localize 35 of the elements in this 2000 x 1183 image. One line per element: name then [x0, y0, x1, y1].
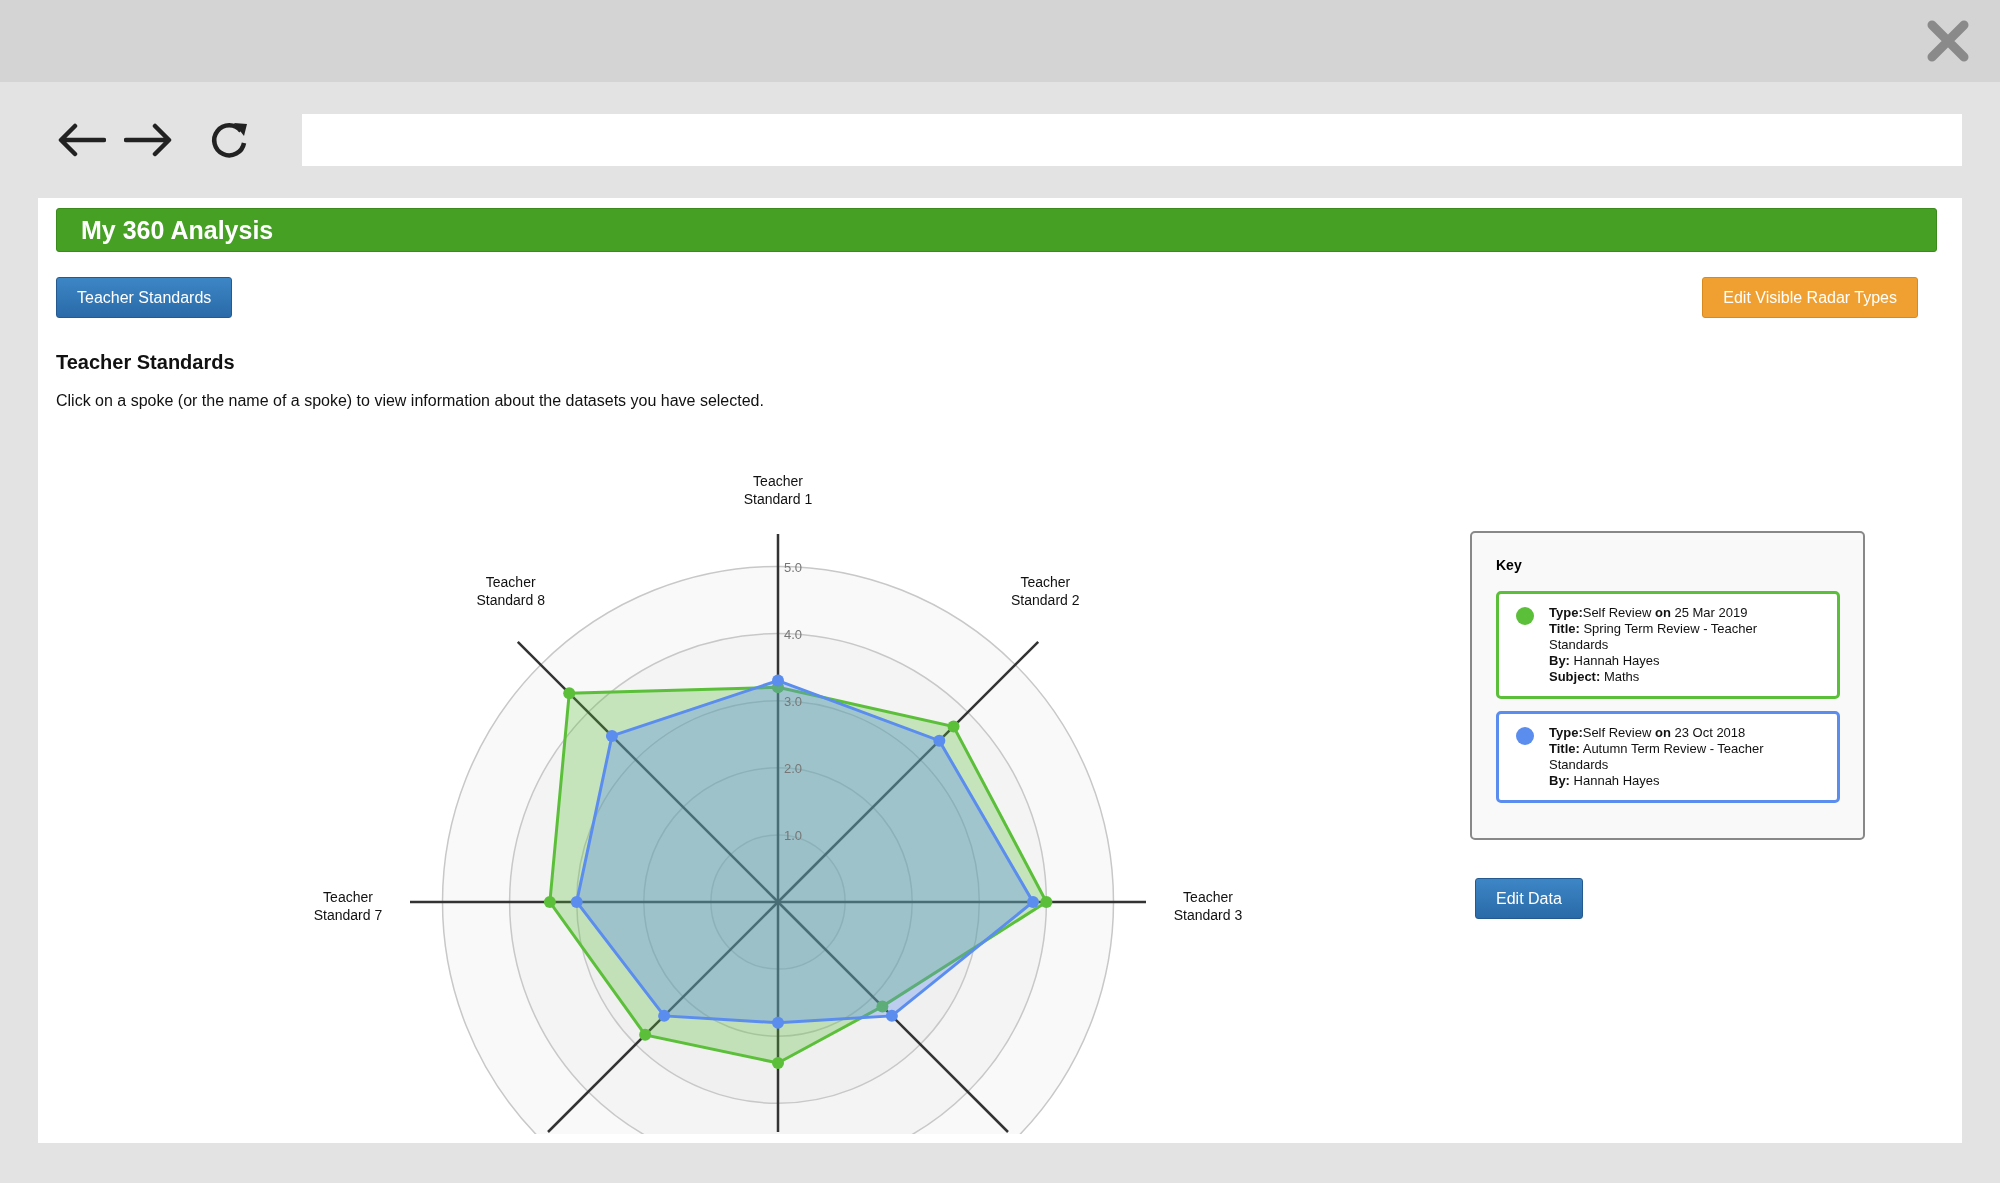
ring-label: 2.0: [784, 760, 803, 776]
spoke-line[interactable]: [777, 640, 1040, 903]
legend-text: Title: Autumn Term Review - Teacher Standards: [1549, 741, 1765, 773]
legend-entry[interactable]: Type:Self Review on 25 Mar 2019 Title: Spring Term Review - Teacher Standards By: Hannah Hayes Subject: Maths: [1496, 591, 1840, 699]
ring-label: 5.0: [784, 559, 803, 575]
spoke-label[interactable]: Teacher Standard 2: [1011, 573, 1080, 608]
spoke-line[interactable]: [778, 900, 1146, 904]
spoke-line[interactable]: [776, 534, 780, 902]
forward-arrow-icon[interactable]: [124, 123, 172, 157]
spoke-line[interactable]: [777, 901, 1009, 1133]
legend-text: By: Hannah Hayes: [1549, 773, 1661, 789]
legend-text: Type:Self Review on 25 Mar 2019: [1549, 605, 1749, 621]
spoke-label[interactable]: Teacher Standard 7: [313, 889, 383, 923]
edit-data-button[interactable]: Edit Data: [1475, 878, 1583, 919]
page-title-banner: My 360 Analysis: [56, 208, 1937, 252]
spoke-label[interactable]: Teacher Standard 8: [476, 573, 545, 608]
legend-text: By: Hannah Hayes: [1549, 653, 1661, 669]
spoke-line[interactable]: [410, 900, 778, 904]
spoke-label[interactable]: Teacher Standard 1: [743, 473, 813, 507]
teacher-standards-button[interactable]: Teacher Standards: [56, 277, 233, 318]
legend-entry[interactable]: Type:Self Review on 23 Oct 2018 Title: Autumn Term Review - Teacher Standards By: Hannah Hayes: [1496, 711, 1840, 803]
key-title: Key: [1496, 557, 1523, 573]
instructions-text: Click on a spoke (or the name of a spoke) to view information about the datasets you have selected.: [56, 392, 765, 410]
back-arrow-icon[interactable]: [58, 123, 106, 157]
legend-text: Title: Spring Term Review - Teacher Standards: [1549, 621, 1759, 653]
ring-label: 1.0: [784, 827, 803, 843]
ring-label: 4.0: [784, 626, 803, 642]
spoke-line[interactable]: [547, 901, 779, 1133]
spoke-line[interactable]: [776, 902, 780, 1132]
section-heading: Teacher Standards: [56, 351, 236, 374]
spoke-label[interactable]: Teacher Standard 3: [1173, 889, 1243, 923]
legend-text: Type:Self Review on 23 Oct 2018: [1549, 725, 1747, 741]
spoke-line[interactable]: [516, 640, 779, 903]
legend-text: Subject: Maths: [1549, 669, 1641, 685]
ring-label: 3.0: [784, 693, 803, 709]
